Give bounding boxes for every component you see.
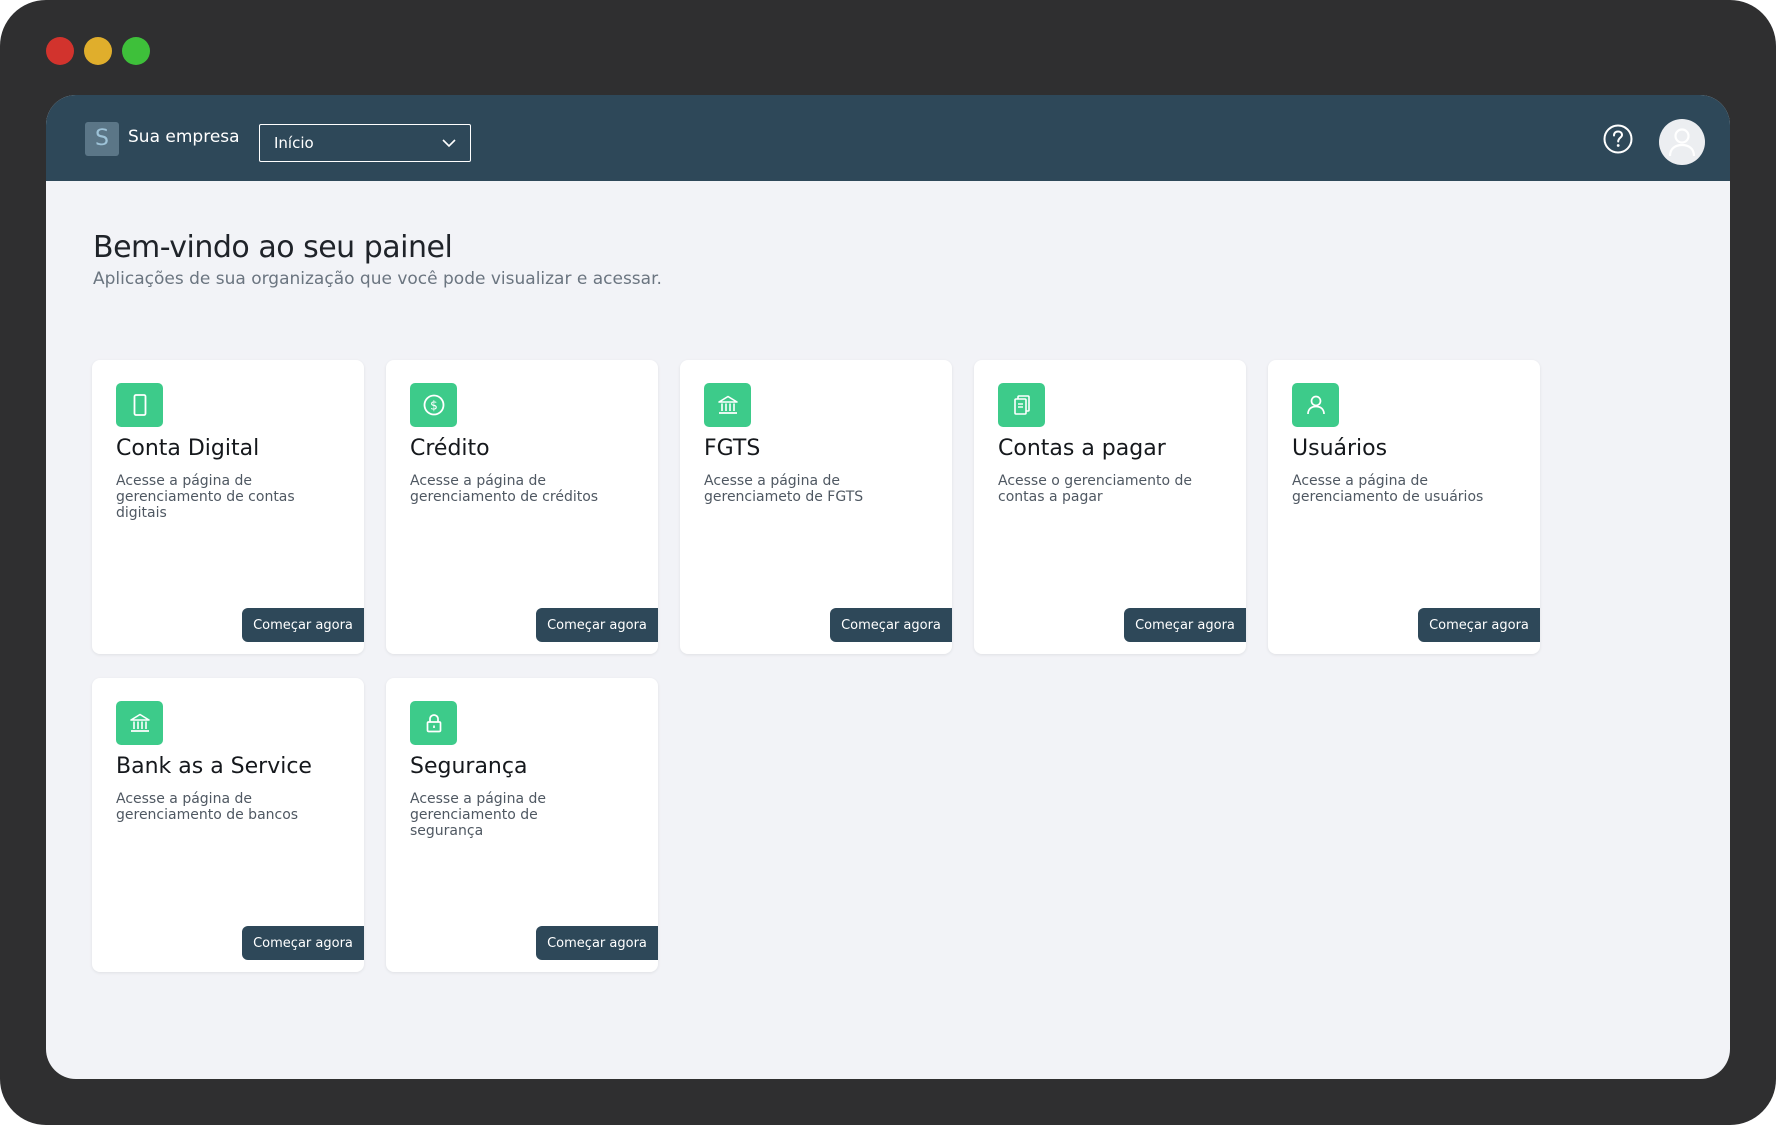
close-window-button[interactable] bbox=[46, 37, 74, 65]
app-card-fgts[interactable]: FGTS Acesse a página de gerenciameto de … bbox=[680, 360, 952, 654]
card-title: Bank as a Service bbox=[116, 754, 312, 779]
app-card-seguranca[interactable]: Segurança Acesse a página de gerenciamen… bbox=[386, 678, 658, 972]
page-subtitle: Aplicações de sua organização que você p… bbox=[93, 269, 662, 289]
chevron-down-icon bbox=[442, 134, 456, 152]
app-card-credito[interactable]: $ Crédito Acesse a página de gerenciamen… bbox=[386, 360, 658, 654]
company-logo[interactable]: S bbox=[85, 122, 119, 156]
card-description: Acesse o gerenciamento de contas a pagar bbox=[998, 473, 1193, 505]
start-now-button[interactable]: Começar agora bbox=[830, 608, 952, 642]
top-navigation-bar: S Sua empresa Início bbox=[46, 95, 1730, 181]
card-title: Conta Digital bbox=[116, 436, 260, 461]
user-icon bbox=[1668, 128, 1696, 157]
card-description: Acesse a página de gerenciameto de FGTS bbox=[704, 473, 864, 505]
page-select-value: Início bbox=[274, 134, 314, 152]
card-description: Acesse a página de gerenciamento de segu… bbox=[410, 791, 546, 839]
app-window: S Sua empresa Início Bem-vindo ao seu pa… bbox=[46, 95, 1730, 1079]
app-card-contas-a-pagar[interactable]: Contas a pagar Acesse o gerenciamento de… bbox=[974, 360, 1246, 654]
start-now-button[interactable]: Começar agora bbox=[1418, 608, 1540, 642]
clipboard-icon bbox=[998, 383, 1045, 427]
window-frame: S Sua empresa Início Bem-vindo ao seu pa… bbox=[0, 0, 1776, 1125]
app-card-conta-digital[interactable]: Conta Digital Acesse a página de gerenci… bbox=[92, 360, 364, 654]
bank-icon bbox=[116, 701, 163, 745]
bank-icon bbox=[704, 383, 751, 427]
card-description: Acesse a página de gerenciamento de cont… bbox=[116, 473, 295, 521]
start-now-button[interactable]: Começar agora bbox=[1124, 608, 1246, 642]
dollar-coin-icon: $ bbox=[410, 383, 457, 427]
maximize-window-button[interactable] bbox=[122, 37, 150, 65]
user-icon bbox=[1292, 383, 1339, 427]
card-title: Segurança bbox=[410, 754, 528, 779]
lock-icon bbox=[410, 701, 457, 745]
card-description: Acesse a página de gerenciamento de créd… bbox=[410, 473, 599, 505]
phone-icon bbox=[116, 383, 163, 427]
app-card-bank-as-a-service[interactable]: Bank as a Service Acesse a página de ger… bbox=[92, 678, 364, 972]
start-now-button[interactable]: Começar agora bbox=[536, 608, 658, 642]
card-description: Acesse a página de gerenciamento de banc… bbox=[116, 791, 299, 823]
card-title: Contas a pagar bbox=[998, 436, 1166, 461]
app-card-usuarios[interactable]: Usuários Acesse a página de gerenciament… bbox=[1268, 360, 1540, 654]
page-select[interactable]: Início bbox=[259, 124, 471, 162]
start-now-button[interactable]: Começar agora bbox=[536, 926, 658, 960]
start-now-button[interactable]: Começar agora bbox=[242, 926, 364, 960]
user-avatar[interactable] bbox=[1659, 119, 1705, 165]
svg-text:$: $ bbox=[430, 399, 438, 413]
card-title: Usuários bbox=[1292, 436, 1388, 461]
company-name: Sua empresa bbox=[128, 127, 240, 147]
card-title: Crédito bbox=[410, 436, 490, 461]
page-title: Bem-vindo ao seu painel bbox=[93, 230, 453, 265]
card-title: FGTS bbox=[704, 436, 761, 461]
minimize-window-button[interactable] bbox=[84, 37, 112, 65]
start-now-button[interactable]: Começar agora bbox=[242, 608, 364, 642]
help-icon[interactable] bbox=[1602, 123, 1634, 155]
card-description: Acesse a página de gerenciamento de usuá… bbox=[1292, 473, 1484, 505]
